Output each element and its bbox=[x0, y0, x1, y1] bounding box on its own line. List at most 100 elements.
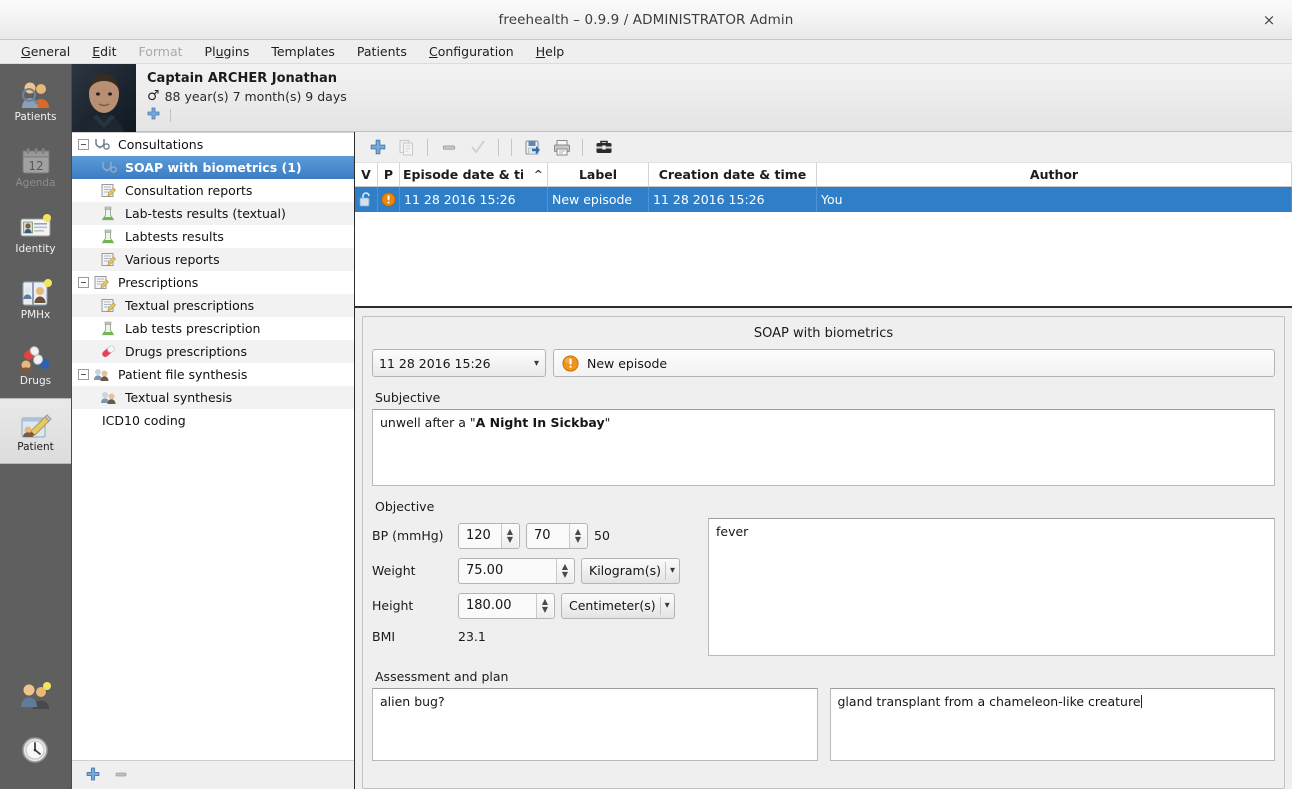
menu-help[interactable]: Help bbox=[525, 42, 576, 61]
rail-item-identity[interactable]: Identity bbox=[0, 200, 71, 266]
tree-item-label: Textual synthesis bbox=[125, 390, 233, 405]
tree-item-labtests-results[interactable]: Labtests results bbox=[72, 225, 354, 248]
navigation-tree[interactable]: Consultations SOAP with biometrics (1) C… bbox=[72, 132, 354, 760]
tree-item-patient-file-synthesis[interactable]: Patient file synthesis bbox=[72, 363, 354, 386]
bp-extra-value: 50 bbox=[594, 528, 610, 543]
objective-notes-textarea[interactable]: fever bbox=[708, 518, 1275, 656]
menu-plugins[interactable]: Plugins bbox=[194, 42, 261, 61]
bp-diastolic-arrows[interactable]: ▲ ▼ bbox=[569, 523, 586, 548]
tree-item-prescriptions[interactable]: Prescriptions bbox=[72, 271, 354, 294]
column-header-creation-date[interactable]: Creation date & time bbox=[649, 163, 817, 186]
subjective-label: Subjective bbox=[375, 390, 441, 405]
warning-icon[interactable] bbox=[378, 187, 400, 212]
tree-item-consultations[interactable]: Consultations bbox=[72, 133, 354, 156]
menu-patients[interactable]: Patients bbox=[346, 42, 418, 61]
weight-unit-select[interactable]: Kilogram(s) ▾ bbox=[581, 557, 680, 584]
bmi-row: BMI 23.1 bbox=[372, 623, 694, 649]
bp-systolic-arrows[interactable]: ▲ ▼ bbox=[501, 523, 518, 548]
plus-icon[interactable] bbox=[86, 767, 100, 784]
weight-stepper[interactable]: ▲▼ bbox=[458, 557, 575, 584]
rail-item-user-group[interactable] bbox=[0, 669, 71, 723]
bmi-value: 23.1 bbox=[458, 628, 486, 644]
toolbar-plus-button[interactable] bbox=[364, 135, 391, 159]
bp-diastolic-input[interactable] bbox=[527, 523, 569, 548]
episode-meta-row: 11 28 2016 15:26 ▾ New episode bbox=[372, 349, 1275, 377]
episode-table-header: V P Episode date & time ^ Label Creation… bbox=[355, 163, 1292, 187]
weight-arrows[interactable]: ▲ ▼ bbox=[556, 558, 573, 583]
tree-item-lab-tests-results-textual[interactable]: Lab-tests results (textual) bbox=[72, 202, 354, 225]
objective-label: Objective bbox=[375, 499, 435, 514]
tree-item-lab-tests-prescription[interactable]: Lab tests prescription bbox=[72, 317, 354, 340]
menu-templates[interactable]: Templates bbox=[260, 42, 346, 61]
assessment-label: Assessment and plan bbox=[375, 669, 509, 684]
rail-item-drugs[interactable]: Drugs bbox=[0, 332, 71, 398]
tree-item-label: Drugs prescriptions bbox=[125, 344, 247, 359]
window-title: freehealth – 0.9.9 / ADMINISTRATOR Admin bbox=[498, 11, 794, 28]
menu-general[interactable]: General bbox=[10, 42, 81, 61]
collapse-expander-icon[interactable] bbox=[78, 369, 89, 380]
bmi-label: BMI bbox=[372, 628, 396, 644]
report-icon bbox=[100, 252, 120, 268]
bp-systolic-stepper[interactable]: ▲▼ bbox=[458, 522, 520, 549]
stethoscope-icon bbox=[93, 137, 113, 153]
stethoscope-icon bbox=[100, 160, 120, 176]
tree-item-soap-with-biometrics-1[interactable]: SOAP with biometrics (1) bbox=[72, 156, 354, 179]
cell-episode-date: 11 28 2016 15:26 bbox=[400, 187, 548, 212]
tree-item-textual-synthesis[interactable]: Textual synthesis bbox=[72, 386, 354, 409]
tree-item-consultation-reports[interactable]: Consultation reports bbox=[72, 179, 354, 202]
rail-item-clock[interactable] bbox=[0, 723, 71, 777]
height-arrows[interactable]: ▲ ▼ bbox=[536, 593, 553, 618]
svg-text:12: 12 bbox=[28, 159, 43, 173]
gender-icon: ♂ bbox=[147, 88, 160, 104]
menu-configuration[interactable]: Configuration bbox=[418, 42, 525, 61]
toolbar-toolbox-button[interactable] bbox=[590, 135, 617, 159]
toolbar-print-button[interactable] bbox=[548, 135, 575, 159]
tree-item-drugs-prescriptions[interactable]: Drugs prescriptions bbox=[72, 340, 354, 363]
rail-item-agenda: 12 Agenda bbox=[0, 134, 71, 200]
column-header-label[interactable]: Label bbox=[548, 163, 649, 186]
tree-item-label: Labtests results bbox=[125, 229, 224, 244]
plan-textarea[interactable]: gland transplant from a chameleon-like c… bbox=[829, 688, 1275, 761]
bp-systolic-input[interactable] bbox=[459, 523, 501, 548]
content-area: Captain ARCHER Jonathan ♂ 88 year(s) 7 m… bbox=[72, 64, 1292, 789]
toolbar-save-to-disk-button[interactable] bbox=[519, 135, 546, 159]
collapse-expander-icon[interactable] bbox=[78, 277, 89, 288]
height-unit-select[interactable]: Centimeter(s) ▾ bbox=[561, 592, 675, 619]
body-region: Patients 12 Agenda Identity PMHx Drugs P… bbox=[0, 64, 1292, 789]
soap-form: SOAP with biometrics 11 28 2016 15:26 ▾ bbox=[362, 316, 1285, 789]
rail-item-label: Patients bbox=[14, 110, 57, 123]
column-header-p[interactable]: P bbox=[378, 163, 400, 186]
rail-item-patient[interactable]: Patient bbox=[0, 398, 71, 464]
validate-check-icon bbox=[470, 139, 486, 155]
height-input[interactable] bbox=[459, 593, 536, 618]
minus-icon[interactable] bbox=[114, 767, 128, 784]
tree-item-icd10-coding[interactable]: ICD10 coding bbox=[72, 409, 354, 432]
close-icon[interactable]: × bbox=[1258, 9, 1280, 31]
episode-date-combo[interactable]: 11 28 2016 15:26 ▾ bbox=[372, 349, 546, 377]
plus-icon bbox=[370, 139, 386, 155]
column-header-episode-date[interactable]: Episode date & time ^ bbox=[400, 163, 548, 186]
table-row[interactable]: 11 28 2016 15:26 New episode 11 28 2016 … bbox=[355, 187, 1292, 212]
bp-diastolic-stepper[interactable]: ▲▼ bbox=[526, 522, 588, 549]
toolbar-minus-button[interactable] bbox=[435, 135, 462, 159]
column-header-v[interactable]: V bbox=[355, 163, 378, 186]
episode-label-field[interactable]: New episode bbox=[553, 349, 1275, 377]
duplicate-icon bbox=[398, 139, 415, 156]
synthesis-icon bbox=[100, 390, 120, 406]
assessment-textarea[interactable]: alien bug? bbox=[372, 688, 818, 761]
menu-edit[interactable]: Edit bbox=[81, 42, 127, 61]
subjective-textarea[interactable]: unwell after a "A Night In Sickbay" bbox=[372, 409, 1275, 486]
tree-item-various-reports[interactable]: Various reports bbox=[72, 248, 354, 271]
collapse-expander-icon[interactable] bbox=[78, 139, 89, 150]
rail-item-pmhx[interactable]: PMHx bbox=[0, 266, 71, 332]
plus-icon[interactable] bbox=[147, 107, 160, 123]
id-card-icon bbox=[19, 212, 53, 242]
weight-input[interactable] bbox=[459, 558, 556, 583]
height-row: Height ▲▼ Centimeter(s) ▾ bbox=[372, 588, 694, 623]
patients-icon bbox=[19, 80, 53, 110]
unlocked-padlock-icon[interactable] bbox=[355, 187, 378, 212]
height-stepper[interactable]: ▲▼ bbox=[458, 592, 555, 619]
tree-item-textual-prescriptions[interactable]: Textual prescriptions bbox=[72, 294, 354, 317]
rail-item-patients[interactable]: Patients bbox=[0, 68, 71, 134]
column-header-author[interactable]: Author bbox=[817, 163, 1292, 186]
